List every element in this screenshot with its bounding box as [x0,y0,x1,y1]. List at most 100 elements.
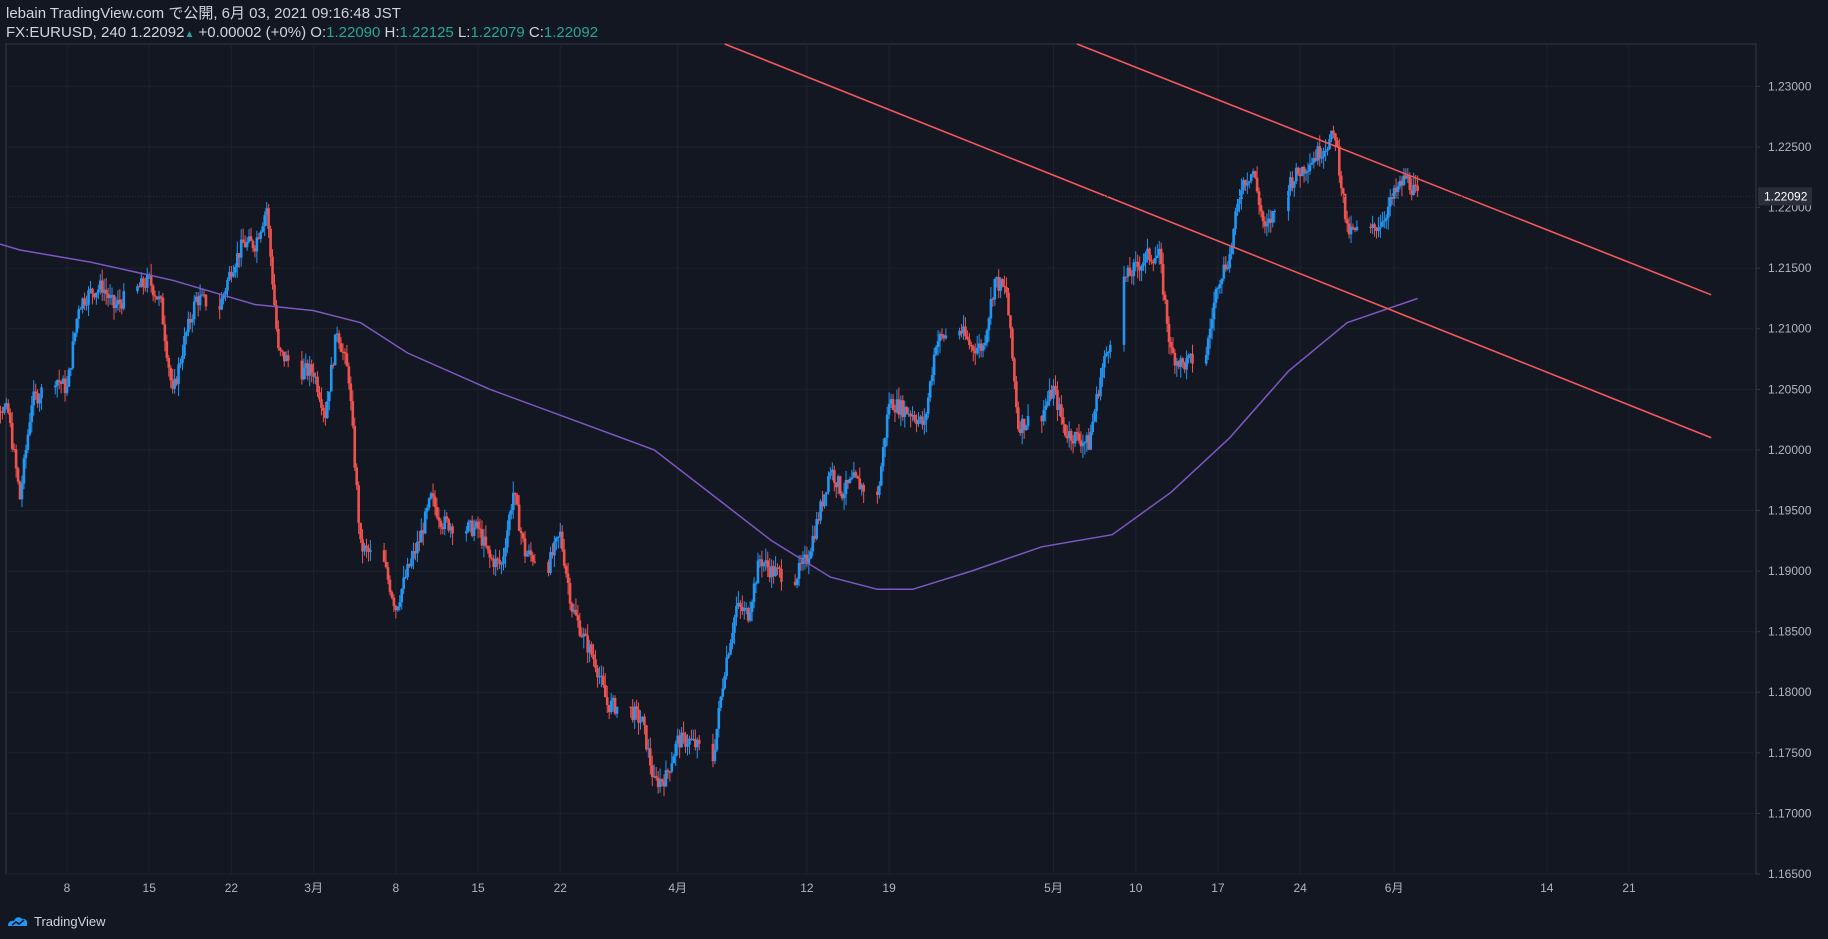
candle-up [848,478,852,483]
candle-up [404,577,407,579]
candle-down [1181,358,1185,363]
candle-up [930,375,934,382]
candle-down [531,555,535,562]
candle-down [382,550,386,562]
x-tick-label: 8 [392,881,399,895]
candle-up [400,589,404,603]
candle-down [349,383,353,402]
candle-down [1159,248,1163,264]
candle-up [259,231,263,239]
candle-down [439,520,443,528]
candle-down [16,468,20,482]
candle-up [981,345,985,351]
x-tick-label: 3月 [304,881,323,895]
candle-up [987,318,991,331]
candle-down [347,366,351,384]
candle-up [725,657,728,677]
candle-down [392,597,396,607]
candle-up [465,531,468,534]
candle-up [1384,217,1388,221]
candle-down [445,516,449,520]
candle-up [525,554,529,557]
candle-down [562,549,566,566]
candle-down [476,521,480,529]
candle-down [513,492,517,496]
candle-down [142,278,145,287]
candle-up [1379,226,1382,228]
candle-up [220,298,223,310]
candle-up [1187,355,1190,359]
candle-down [1341,188,1345,194]
brand-name[interactable]: TradingView [34,914,106,929]
price-chart[interactable]: 1.230001.225001.220001.215001.210001.205… [0,0,1828,939]
candle-up [975,347,979,354]
candle-up [1292,181,1296,188]
candle-up [198,295,202,306]
time-axis[interactable]: 8 15 22 3月 8 15 22 4月 12 19 5月 10 17 24 6月 14 21 [64,881,1636,895]
candle-up [425,507,429,512]
candle-down [279,348,282,351]
candle-down [435,506,439,518]
y-tick-label: 1.19500 [1768,503,1812,517]
y-tick-label: 1.23000 [1768,79,1812,93]
candle-up [713,749,717,762]
y-tick-label: 1.17000 [1768,806,1812,820]
candle-up [1238,199,1241,204]
tradingview-logo-icon[interactable] [6,913,30,929]
candle-up [396,606,400,611]
candle-up [1247,181,1251,183]
last-price-label: 1.22092 [1764,189,1808,203]
candle-down [488,549,492,558]
candle-down [386,567,390,580]
candle-up [1042,409,1046,422]
candle-down [566,573,570,583]
candle-down [365,545,368,548]
candle-down [249,236,253,241]
candle-down [603,685,607,698]
x-tick-label: 5月 [1044,881,1063,895]
candle-down [574,609,578,616]
candle-down [91,288,94,294]
x-tick-label: 14 [1540,881,1554,895]
candle-down [1408,176,1412,190]
candle-up [1310,162,1314,165]
candle-down [1015,381,1018,408]
candle-down [1161,263,1165,295]
x-tick-label: 17 [1211,881,1225,895]
candle-up [1218,283,1222,289]
candle-down [277,328,280,349]
candle-up [825,492,828,495]
candle-up [114,304,118,308]
candle-up [1228,254,1231,268]
x-tick-label: 6月 [1385,881,1404,895]
candle-down [153,295,157,297]
candle-up [506,530,509,548]
candle-up [192,301,196,319]
candle-up [823,494,826,507]
candle-down [1009,315,1012,329]
candle-up [557,536,560,538]
candle-down [34,391,37,394]
candle-down [318,392,321,400]
candle-down [1261,211,1265,222]
candle-up [1216,288,1220,290]
candle-down [1128,267,1132,276]
candle-down [316,376,319,393]
candle-up [932,354,936,376]
candle-up [427,498,431,508]
candle-down [165,341,169,358]
candle-up [502,556,505,564]
candle-down [668,771,672,773]
candle-up [3,406,6,413]
candle-up [1108,344,1112,352]
candle-down [838,476,842,494]
candle-down [584,633,588,636]
candle-down [281,350,284,352]
candle-up [885,414,889,438]
candle-down [343,351,347,354]
y-tick-label: 1.21500 [1768,261,1812,275]
x-tick-label: 8 [64,881,71,895]
candle-down [766,560,770,568]
candle-up [1089,432,1093,450]
candle-up [983,342,987,346]
